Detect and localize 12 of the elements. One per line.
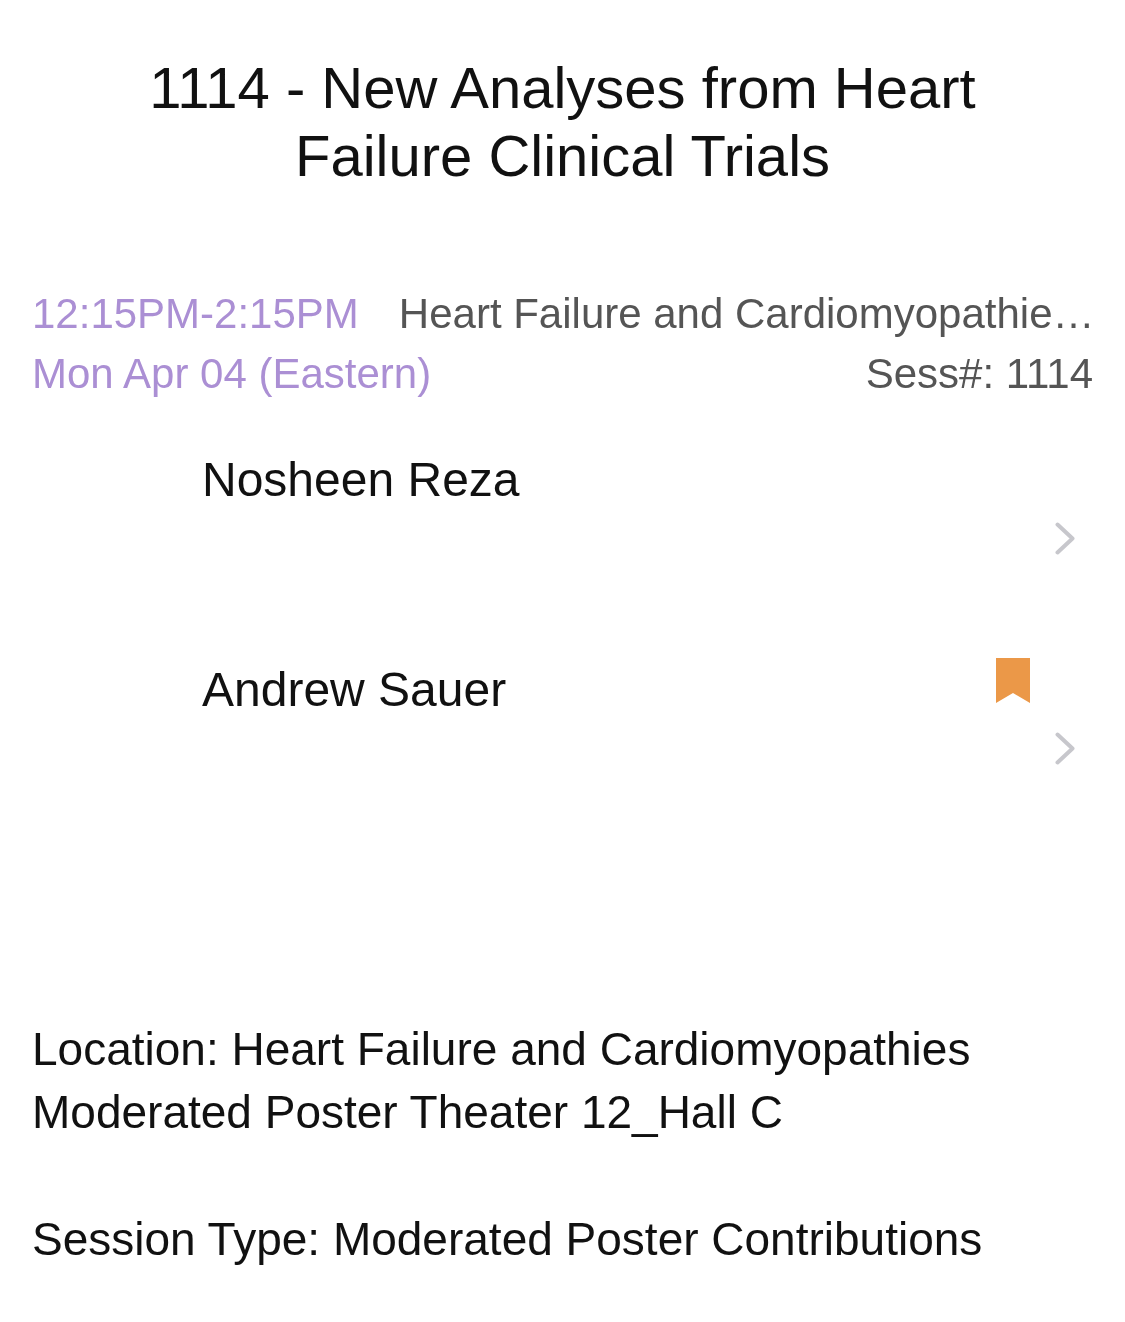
presenter-name[interactable]: Nosheen Reza: [202, 452, 520, 508]
session-title: 1114 - New Analyses from Heart Failure Clinical Trials: [148, 54, 977, 190]
presenter-name[interactable]: Andrew Sauer: [202, 662, 507, 718]
location-text: Location: Heart Failure and Cardiomyopathies Moderated Poster Theater 12_Hall C: [31, 1022, 972, 1140]
session-time: 12:15PM-2:15PM: [32, 289, 359, 339]
chevron-icon[interactable]: [1055, 522, 1075, 555]
session-category: Heart Failure and Cardiomyopathie…: [398, 289, 1095, 339]
bookmark-icon[interactable]: [996, 658, 1030, 703]
session-number: Sess#: 1114: [865, 349, 1093, 399]
session-type-text: Session Type: Moderated Poster Contributions: [31, 1212, 984, 1267]
session-date: Mon Apr 04 (Eastern): [32, 349, 432, 399]
chevron-icon[interactable]: [1055, 732, 1075, 765]
